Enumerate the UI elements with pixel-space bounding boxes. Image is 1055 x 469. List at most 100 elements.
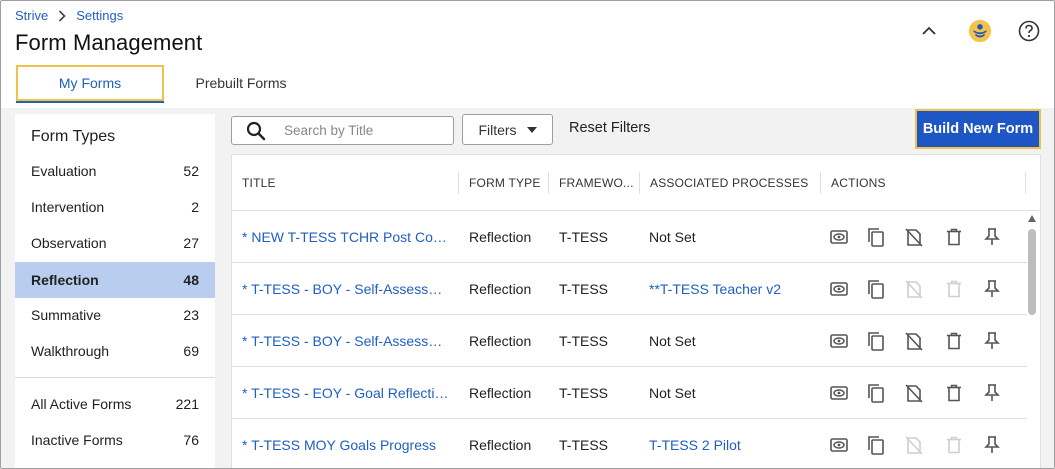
reset-filters-button[interactable]: Reset Filters xyxy=(569,120,650,136)
delete-button[interactable] xyxy=(942,329,966,353)
delete-button[interactable] xyxy=(942,381,966,405)
copy-icon xyxy=(867,383,885,403)
preview-button[interactable] xyxy=(827,381,851,405)
tab-my-forms[interactable]: My Forms xyxy=(16,65,164,103)
sidebar-item-label: Walkthrough xyxy=(31,343,110,359)
preview-icon xyxy=(830,438,848,452)
delete-icon xyxy=(946,436,962,454)
copy-button[interactable] xyxy=(864,329,888,353)
copy-button[interactable] xyxy=(864,433,888,457)
form-title-link[interactable]: * T-TESS - EOY - Goal Reflection... xyxy=(242,367,452,418)
deactivate-button[interactable] xyxy=(902,329,926,353)
deactivate-button xyxy=(902,433,926,457)
table-header: TITLE FORM TYPE FRAMEWO... ASSOCIATED PR… xyxy=(232,155,1040,211)
user-avatar-button[interactable] xyxy=(968,19,992,43)
sidebar-item-reflection[interactable]: Reflection 48 xyxy=(15,262,215,298)
deactivate-button[interactable] xyxy=(902,225,926,249)
pin-button[interactable] xyxy=(980,277,1004,301)
breadcrumb-link-current[interactable]: Settings xyxy=(76,8,123,23)
column-header-form-type[interactable]: FORM TYPE xyxy=(459,155,549,211)
search-input[interactable] xyxy=(284,123,444,138)
framework-cell: T-TESS xyxy=(559,436,609,453)
delete-button[interactable] xyxy=(942,225,966,249)
sidebar-item-evaluation[interactable]: Evaluation 52 xyxy=(15,153,215,189)
sidebar-item-count: 76 xyxy=(183,432,199,448)
framework-cell: T-TESS xyxy=(559,384,609,401)
form-title-link[interactable]: * T-TESS MOY Goals Progress xyxy=(242,419,452,468)
form-type-cell: Reflection xyxy=(469,436,532,453)
table-row: * T-TESS - EOY - Goal Reflection... Refl… xyxy=(232,367,1027,419)
sidebar-item-summative[interactable]: Summative 23 xyxy=(15,297,215,333)
form-title-text: * T-TESS - BOY - Self-Assessme... xyxy=(242,280,452,297)
breadcrumb-link-root[interactable]: Strive xyxy=(15,8,48,23)
delete-icon xyxy=(946,228,962,246)
sidebar-item-count: 221 xyxy=(175,396,199,412)
column-header-title[interactable]: TITLE xyxy=(232,155,459,211)
associated-process-cell[interactable]: T-TESS 2 Pilot xyxy=(649,419,819,468)
form-title-text: * NEW T-TESS TCHR Post Conf ... xyxy=(242,228,452,245)
filters-button[interactable]: Filters xyxy=(462,114,553,145)
copy-button[interactable] xyxy=(864,277,888,301)
sidebar-item-count: 27 xyxy=(183,235,199,251)
collapse-header-button[interactable] xyxy=(917,19,941,43)
pin-button[interactable] xyxy=(980,329,1004,353)
help-circle-icon xyxy=(1018,20,1040,42)
table-row: * T-TESS - BOY - Self-Assessme... Reflec… xyxy=(232,315,1027,367)
pin-button[interactable] xyxy=(980,225,1004,249)
column-header-label: ACTIONS xyxy=(831,176,886,190)
build-new-form-button[interactable]: Build New Form xyxy=(915,109,1041,149)
copy-icon xyxy=(867,435,885,455)
form-type-cell: Reflection xyxy=(469,280,532,297)
page-title: Form Management xyxy=(15,30,203,55)
delete-button xyxy=(942,433,966,457)
form-title-link[interactable]: * NEW T-TESS TCHR Post Conf ... xyxy=(242,211,452,262)
preview-button[interactable] xyxy=(827,433,851,457)
preview-button[interactable] xyxy=(827,277,851,301)
associated-process-cell: Not Set xyxy=(649,332,696,349)
scrollbar-thumb[interactable] xyxy=(1028,229,1036,315)
user-avatar-icon xyxy=(968,19,992,43)
sidebar-item-label: Reflection xyxy=(31,272,99,288)
column-header-framework[interactable]: FRAMEWO... xyxy=(549,155,640,211)
pin-button[interactable] xyxy=(980,433,1004,457)
column-header-associated-processes[interactable]: ASSOCIATED PROCESSES xyxy=(640,155,821,211)
sidebar-item-all-active-forms[interactable]: All Active Forms 221 xyxy=(15,386,215,422)
sidebar-item-observation[interactable]: Observation 27 xyxy=(15,225,215,261)
sidebar-item-count: 2 xyxy=(191,199,199,215)
scroll-up-arrow-icon[interactable] xyxy=(1028,215,1036,222)
form-title-link[interactable]: * T-TESS - BOY - Self-Assessme... xyxy=(242,315,452,366)
form-title-link[interactable]: * T-TESS - BOY - Self-Assessme... xyxy=(242,263,452,314)
preview-icon xyxy=(830,230,848,244)
app-window: Strive Settings Form Management My Forms… xyxy=(0,0,1055,469)
delete-icon xyxy=(946,384,962,402)
filters-label: Filters xyxy=(478,121,517,138)
tab-prebuilt-forms[interactable]: Prebuilt Forms xyxy=(171,65,311,101)
sidebar-item-label: Inactive Forms xyxy=(31,432,123,448)
copy-button[interactable] xyxy=(864,381,888,405)
chevron-right-icon xyxy=(59,9,66,22)
deactivate-button[interactable] xyxy=(902,381,926,405)
sidebar-item-inactive-forms[interactable]: Inactive Forms 76 xyxy=(15,422,215,458)
table-row: * T-TESS MOY Goals Progress Reflection T… xyxy=(232,419,1027,468)
preview-button[interactable] xyxy=(827,329,851,353)
sidebar-item-walkthrough[interactable]: Walkthrough 69 xyxy=(15,333,215,369)
form-title-text: * T-TESS MOY Goals Progress xyxy=(242,436,436,453)
copy-button[interactable] xyxy=(864,225,888,249)
help-button[interactable] xyxy=(1017,19,1041,43)
associated-process-cell: Not Set xyxy=(649,384,696,401)
pin-icon xyxy=(984,280,1000,298)
deactivate-button xyxy=(902,277,926,301)
table-scrollbar[interactable] xyxy=(1025,211,1039,468)
form-title-text: * T-TESS - BOY - Self-Assessme... xyxy=(242,332,452,349)
sidebar-item-count: 48 xyxy=(183,272,199,288)
deactivate-icon xyxy=(905,279,923,299)
column-header-label: FRAMEWO... xyxy=(559,176,634,190)
associated-process-cell[interactable]: **T-TESS Teacher v2 xyxy=(649,263,819,314)
build-new-form-label: Build New Form xyxy=(922,121,1034,137)
pin-button[interactable] xyxy=(980,381,1004,405)
caret-down-icon xyxy=(526,126,537,133)
preview-icon xyxy=(830,386,848,400)
preview-button[interactable] xyxy=(827,225,851,249)
sidebar-item-intervention[interactable]: Intervention 2 xyxy=(15,189,215,225)
sidebar-item-count: 23 xyxy=(183,307,199,323)
